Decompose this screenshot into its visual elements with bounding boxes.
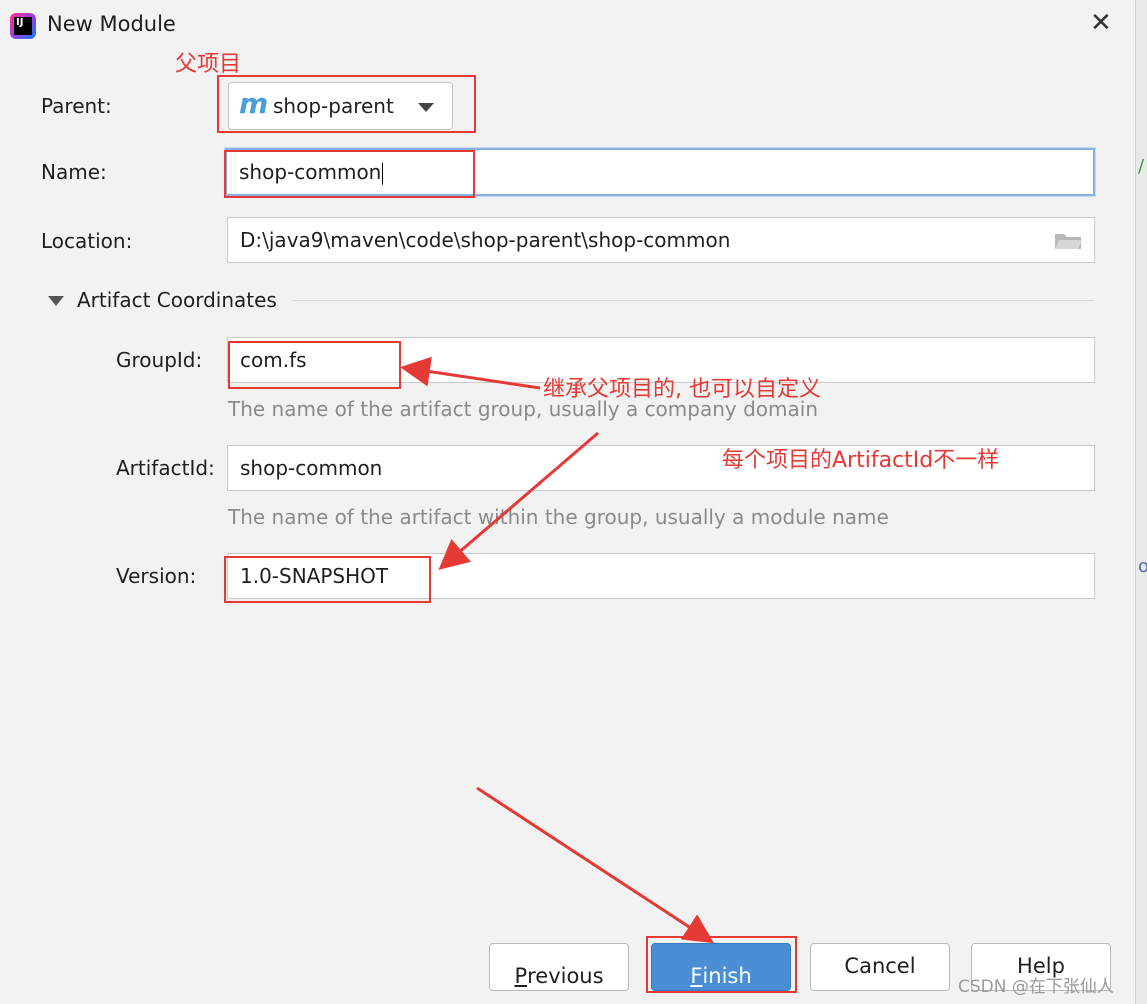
artifactid-hint: The name of the artifact within the grou… xyxy=(228,505,889,529)
background-code-glyph: / xyxy=(1138,156,1145,177)
artifact-coordinates-title[interactable]: Artifact Coordinates xyxy=(77,288,277,312)
background-window-edge: / o xyxy=(1135,0,1147,1004)
annotation-box-parent xyxy=(217,75,476,133)
annotation-box-name xyxy=(224,150,475,198)
folder-icon[interactable] xyxy=(1054,232,1082,250)
artifactid-value: shop-common xyxy=(240,456,383,480)
background-code-glyph: o xyxy=(1138,556,1147,577)
cancel-button[interactable]: Cancel xyxy=(810,943,950,991)
annotation-box-groupid xyxy=(228,341,401,389)
previous-label: revious xyxy=(527,964,604,988)
annotation-parent-note: 父项目 xyxy=(175,52,242,77)
name-label: Name: xyxy=(41,160,107,184)
csdn-watermark: CSDN @在下张仙人 xyxy=(958,977,1114,997)
cancel-label: Cancel xyxy=(844,954,916,978)
location-label: Location: xyxy=(41,229,133,253)
artifactid-label: ArtifactId: xyxy=(116,456,215,480)
location-value: D:\java9\maven\code\shop-parent\shop-com… xyxy=(240,228,731,252)
close-icon[interactable]: ✕ xyxy=(1090,8,1112,38)
annotation-artifactid-note: 每个项目的ArtifactId不一样 xyxy=(722,448,1000,473)
groupid-label: GroupId: xyxy=(116,348,203,372)
dialog-title: New Module xyxy=(47,12,176,36)
annotation-box-finish xyxy=(646,936,797,993)
location-input[interactable]: D:\java9\maven\code\shop-parent\shop-com… xyxy=(227,217,1095,263)
annotation-box-version xyxy=(224,556,431,603)
parent-label: Parent: xyxy=(41,94,112,118)
intellij-icon: IJ xyxy=(10,13,36,39)
annotation-groupid-note: 继承父项目的, 也可以自定义 xyxy=(543,377,821,402)
section-divider xyxy=(292,300,1094,301)
previous-mnemonic: P xyxy=(514,964,528,988)
collapse-triangle-icon[interactable] xyxy=(48,296,64,306)
new-module-dialog: IJ New Module ✕ Parent: m shop-parent Na… xyxy=(0,0,1135,1004)
version-label: Version: xyxy=(116,564,197,588)
previous-button[interactable]: Previous xyxy=(489,943,629,991)
